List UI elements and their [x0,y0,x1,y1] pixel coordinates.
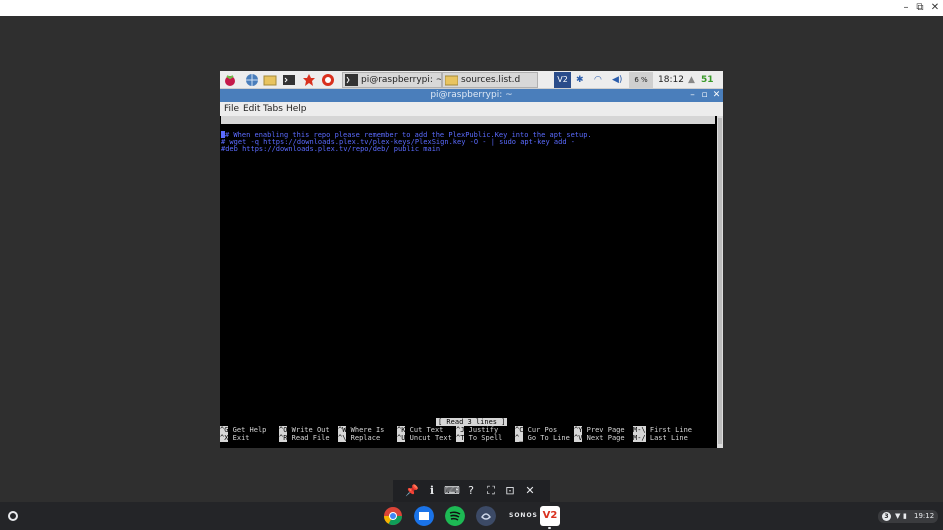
terminal-window-title: pi@raspberrypi: ~ [430,90,513,100]
help-icon[interactable]: ? [463,483,479,499]
shortcut-replace: ^\ Replace [338,434,381,442]
volume-icon[interactable]: ◀) [612,72,622,88]
bluetooth-icon[interactable]: ✱ [576,72,584,88]
terminal-scrollbar[interactable] [717,116,723,448]
shortcut-to-spell: ^T To Spell [456,434,503,442]
shortcut-cut-text: ^K Cut Text [397,426,444,434]
task-terminal[interactable]: pi@raspberrypi: ~ [342,72,442,88]
close-button[interactable]: ✕ [928,2,942,14]
terminal-icon [345,74,358,86]
nano-status: [ Read 3 lines ] [436,418,508,426]
shortcut-where-is: ^W Where Is [338,426,385,434]
wifi-icon[interactable]: ◠ [594,72,602,88]
shortcut-first-line: M-\ First Line [633,426,693,434]
spotify-icon[interactable] [445,506,465,526]
terminal-content[interactable]: GNU nano 2.7.4 File: /etc/apt/sources.li… [220,116,717,448]
updates-count[interactable]: 51 [701,72,714,88]
cpu-monitor: 6 % [629,72,653,88]
terminal-minimize-button[interactable]: – [687,89,698,102]
menu-help[interactable]: Help [286,102,307,116]
shortcut-get-help: ^G Get Help [220,426,267,434]
chrome-icon[interactable] [383,506,403,526]
menu-file[interactable]: File [224,102,239,116]
window-titlebar: – ⧉ ✕ [0,0,943,16]
shortcut-next-page: ^V Next Page [574,434,625,442]
task-files[interactable]: sources.list.d [442,72,538,88]
file-manager-icon[interactable] [263,73,277,87]
task-terminal-label: pi@raspberrypi: ~ [361,75,442,85]
close-toolbar-icon[interactable]: ✕ [522,483,538,499]
menu-tabs[interactable]: Tabs [263,102,283,116]
terminal-maximize-button[interactable]: ▫ [699,89,710,102]
menu-edit[interactable]: Edit [243,102,260,116]
scrollbar-thumb[interactable] [718,118,722,444]
file-line-3: #deb https://downloads.plex.tv/repo/deb/… [221,145,441,153]
wolfram-icon[interactable] [321,73,335,87]
launcher-button[interactable] [8,511,18,521]
shortcut-read-file: ^R Read File [279,434,330,442]
shortcut-go-to-line: ^_ Go To Line [515,434,570,442]
minimize-button[interactable]: – [899,2,913,14]
panel-clock[interactable]: 18:12 [658,72,684,88]
status-area[interactable]: 3 ▼ ▮ 19:12 [878,510,938,523]
shortcut-cur-pos: ^C Cur Pos [515,426,558,434]
shelf: SONOS V2 3 ▼ ▮ 19:12 [0,502,943,530]
shortcut-justify: ^J Justify [456,426,499,434]
vnc-server-icon[interactable]: V2 [554,72,571,88]
folder-icon [445,75,458,86]
files-icon[interactable] [414,506,434,526]
mathematica-icon[interactable] [302,73,316,87]
pin-icon[interactable]: 📌 [404,483,420,499]
web-browser-icon[interactable] [245,73,259,87]
vnc-toolbar: 📌 i ⌨ ? ⛶ ⊡ ✕ [393,480,550,502]
notification-badge: 3 [882,512,891,521]
eject-icon[interactable]: ▲ [688,72,695,88]
shortcut-exit: ^X Exit [220,434,250,442]
running-indicator [548,527,551,529]
info-icon[interactable]: i [424,483,440,499]
shelf-clock: 19:12 [914,512,935,520]
wifi-icon: ▼ [895,512,901,520]
remote-desktop[interactable]: pi@raspberrypi: ~ sources.list.d V2 ✱ ◠ … [220,71,723,448]
task-files-label: sources.list.d [461,75,521,85]
terminal-menubar: File Edit Tabs Help [220,102,723,116]
vnc-viewer-icon[interactable]: V2 [540,506,560,526]
shortcut-uncut-text: ^U Uncut Text [397,434,452,442]
shortcut-write-out: ^O Write Out [279,426,330,434]
battery-icon: ▮ [903,512,907,520]
fullscreen-icon[interactable]: ⛶ [483,483,499,499]
sonos-app[interactable]: SONOS [509,512,538,519]
shortcut-last-line: M-/ Last Line [633,434,688,442]
terminal-icon[interactable] [282,73,296,87]
nano-header: GNU nano 2.7.4 File: /etc/apt/sources.li… [221,116,715,140]
restore-button[interactable]: ⧉ [913,2,927,14]
raspberry-menu-icon[interactable] [223,73,237,87]
terminal-close-button[interactable]: ✕ [711,89,722,102]
scale-icon[interactable]: ⊡ [502,483,518,499]
lxde-panel: pi@raspberrypi: ~ sources.list.d V2 ✱ ◠ … [220,71,723,89]
keyboard-icon[interactable]: ⌨ [444,483,460,499]
shortcut-prev-page: ^Y Prev Page [574,426,625,434]
terminal-window-titlebar: pi@raspberrypi: ~ – ▫ ✕ [220,89,723,102]
app-icon[interactable] [476,506,496,526]
